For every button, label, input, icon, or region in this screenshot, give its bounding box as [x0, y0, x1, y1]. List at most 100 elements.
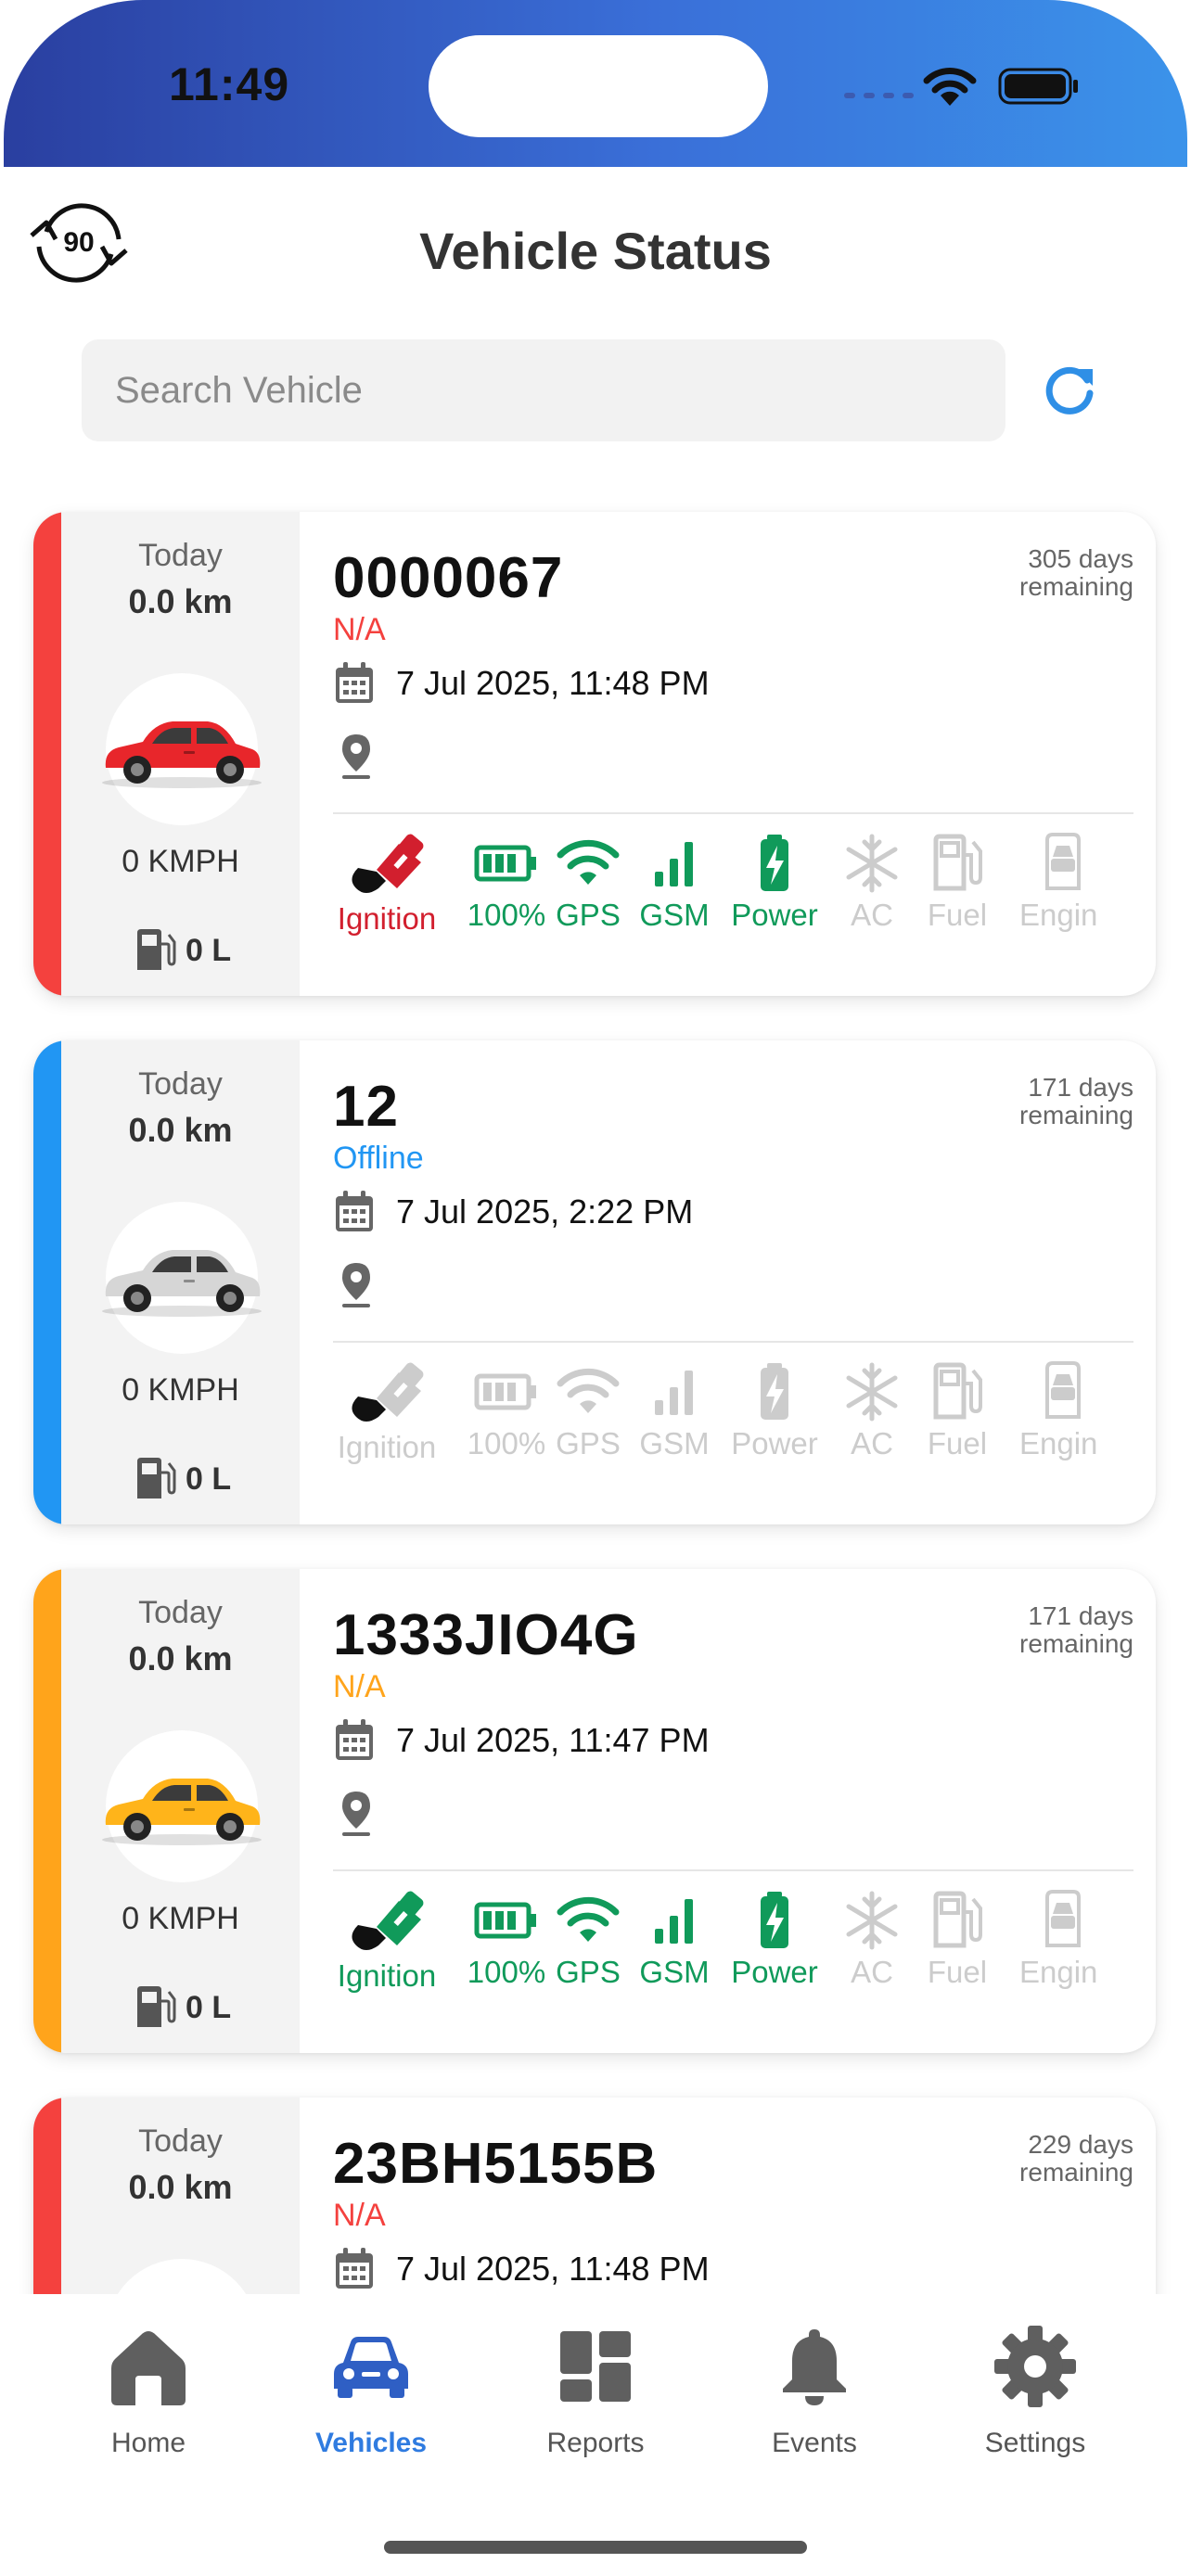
vehicle-name: 23BH5155B: [333, 2132, 659, 2196]
indicator-ignition-label: Ignition: [337, 901, 437, 936]
dashboard-icon: [560, 2331, 631, 2402]
search-input[interactable]: [82, 339, 1005, 441]
indicator-engine-label: Engin: [1019, 898, 1098, 932]
vehicle-list[interactable]: Today 0.0 km 0 KMPH 0 L 0000067 N/A 305 …: [0, 482, 1191, 2294]
battery-level-icon: [474, 1902, 536, 1939]
car-avatar: [102, 673, 262, 825]
nav-settings[interactable]: Settings: [933, 2322, 1137, 2459]
fuel-pump-icon: [137, 929, 176, 970]
indicator-engine: Engin: [1001, 1359, 1121, 1461]
indicator-gps: GPS: [546, 831, 630, 933]
indicator-battery: 100%: [455, 1888, 557, 1990]
indicator-gps-label: GPS: [556, 1955, 621, 1989]
vehicle-card[interactable]: Today 0.0 km 0 KMPH 0 L 0000067 N/A 305 …: [33, 512, 1156, 996]
location-pin-icon: [342, 734, 370, 779]
nav-home[interactable]: Home: [46, 2322, 250, 2459]
indicator-fuel: Fuel: [914, 831, 1001, 933]
home-icon: [111, 2331, 186, 2405]
gps-signal-icon: [557, 1368, 620, 1413]
days-remaining: 305 days remaining: [1019, 544, 1133, 601]
power-battery-icon: [761, 1892, 788, 1948]
indicator-fuel: Fuel: [914, 1359, 1001, 1461]
indicator-fuel: Fuel: [914, 1888, 1001, 1990]
battery-icon: [998, 68, 1078, 105]
card-divider: [333, 812, 1133, 814]
indicator-ac-label: AC: [851, 1955, 893, 1989]
indicator-power-label: Power: [731, 1955, 818, 1989]
bell-icon: [783, 2329, 846, 2405]
indicator-battery: 100%: [455, 831, 557, 933]
indicator-gsm-label: GSM: [639, 1426, 710, 1460]
nav-events-label: Events: [772, 2428, 857, 2458]
indicator-battery-label: 100%: [467, 1955, 546, 1989]
car-avatar: [106, 2259, 258, 2294]
vehicle-summary-panel: Today 0.0 km 0 KMPH 0 L: [33, 1569, 300, 2053]
indicator-engine: Engin: [1001, 831, 1121, 933]
indicator-gsm: GSM: [630, 831, 719, 933]
last-update-datetime: 7 Jul 2025, 11:48 PM: [396, 664, 710, 702]
refresh-icon[interactable]: [1039, 360, 1100, 421]
speed-value: 0 KMPH: [122, 1901, 239, 1936]
indicator-fuel-label: Fuel: [927, 1955, 988, 1989]
snowflake-icon: [846, 834, 898, 893]
vehicle-summary-panel: Today 0.0 km 0 KMPH 0 L: [33, 1040, 300, 1524]
today-label: Today: [138, 1066, 223, 1102]
snowflake-icon: [846, 1362, 898, 1422]
vehicle-card[interactable]: Today 0.0 km 0 KMPH 0 L 1333JIO4G N/A 17…: [33, 1569, 1156, 2053]
battery-level-icon: [474, 845, 536, 882]
gear-icon: [994, 2326, 1076, 2407]
vehicle-card[interactable]: Today 0.0 km 23BH5155B N/A 229 days rema…: [33, 2098, 1156, 2294]
status-stripe: [33, 1569, 61, 2053]
indicator-battery-label: 100%: [467, 898, 546, 932]
fuel-level: 0 L: [134, 927, 231, 974]
indicator-power: Power: [719, 1888, 830, 1990]
location-pin-icon: [342, 1792, 370, 1836]
fuel-value: 0 L: [186, 1460, 232, 1497]
nav-events[interactable]: Events: [712, 2322, 916, 2459]
vehicle-summary-panel: Today 0.0 km 0 KMPH 0 L: [33, 512, 300, 996]
vehicle-name: 0000067: [333, 546, 564, 610]
home-indicator: [384, 2541, 807, 2554]
speed-value: 0 KMPH: [122, 844, 239, 879]
ignition-key-icon: [352, 834, 424, 893]
indicator-power-label: Power: [731, 1426, 818, 1460]
indicator-ignition: Ignition: [318, 1359, 455, 1465]
fuel-station-icon: [933, 834, 982, 891]
indicator-gsm: GSM: [630, 1888, 719, 1990]
status-stripe: [33, 2098, 61, 2294]
snowflake-icon: [846, 1891, 898, 1950]
vehicle-name: 12: [333, 1075, 399, 1139]
gsm-signal-icon: [655, 1371, 693, 1415]
distance-today: 0.0 km: [128, 2168, 233, 2206]
status-stripe: [33, 512, 61, 996]
last-update: 7 Jul 2025, 11:48 PM: [333, 2246, 710, 2292]
car-image: [102, 721, 262, 788]
nav-reports[interactable]: Reports: [493, 2322, 698, 2459]
last-update-datetime: 7 Jul 2025, 11:48 PM: [396, 2250, 710, 2288]
vehicle-details-panel: 1333JIO4G N/A 171 days remaining 7 Jul 2…: [300, 1569, 1156, 2053]
card-divider: [333, 1341, 1133, 1343]
gsm-signal-icon: [655, 1899, 693, 1944]
indicator-gsm-label: GSM: [639, 1955, 710, 1989]
indicator-gps: GPS: [546, 1359, 630, 1461]
indicator-ac-label: AC: [851, 1426, 893, 1460]
car-image: [102, 1250, 262, 1317]
indicator-fuel-label: Fuel: [927, 1426, 988, 1460]
speed-value: 0 KMPH: [122, 1372, 239, 1408]
fuel-pump-icon: [137, 1986, 176, 2027]
indicator-power: Power: [719, 1359, 830, 1461]
indicator-gps-label: GPS: [556, 898, 621, 932]
fuel-level: 0 L: [134, 1456, 231, 1502]
vehicle-status: N/A: [333, 1669, 386, 1704]
nav-vehicles[interactable]: Vehicles: [269, 2322, 473, 2459]
status-stripe: [33, 1040, 61, 1524]
last-update: 7 Jul 2025, 11:48 PM: [333, 660, 710, 707]
today-label: Today: [138, 2123, 223, 2159]
calendar-icon: [336, 1719, 373, 1760]
vehicle-card[interactable]: Today 0.0 km 0 KMPH 0 L 12 Offline 171 d…: [33, 1040, 1156, 1524]
car-door-icon: [1045, 1890, 1081, 1947]
calendar-icon: [336, 2248, 373, 2289]
last-update-datetime: 7 Jul 2025, 11:47 PM: [396, 1721, 710, 1759]
indicator-engine-label: Engin: [1019, 1955, 1098, 1989]
indicator-battery-label: 100%: [467, 1426, 546, 1460]
